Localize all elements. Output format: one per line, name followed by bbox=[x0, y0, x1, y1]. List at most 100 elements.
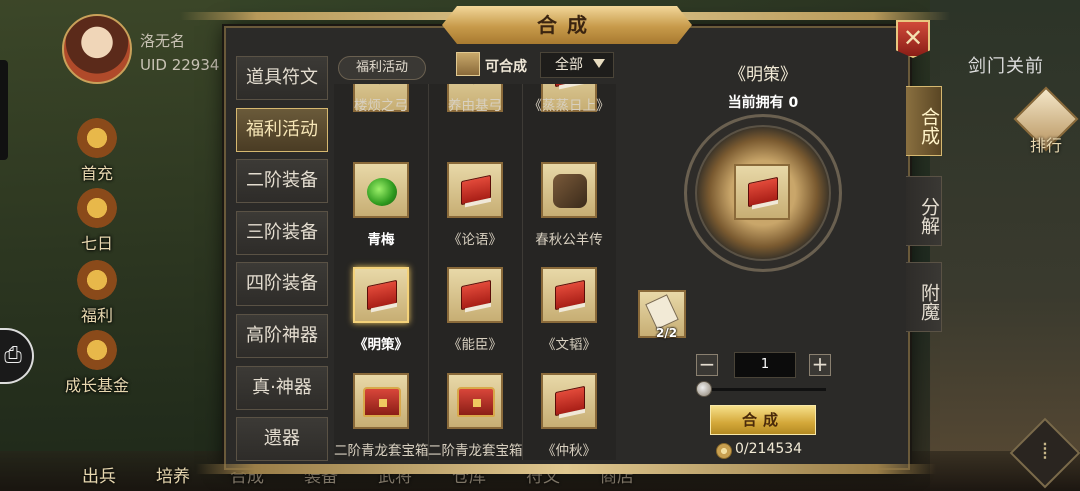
item-cell[interactable]: 《蒸蒸日上》 bbox=[522, 84, 616, 161]
item-name: 《能臣》 bbox=[448, 337, 502, 353]
category-welfare-events[interactable]: 福利活动 bbox=[236, 107, 328, 152]
nav-train[interactable]: 培养 bbox=[150, 462, 196, 491]
seven-day-label: 七日 bbox=[80, 234, 113, 253]
item-cell-selected[interactable]: 《明策》 bbox=[334, 265, 428, 370]
welfare-icon bbox=[77, 260, 117, 300]
growth-fund-button[interactable]: 成长基金 bbox=[56, 330, 138, 396]
book-icon bbox=[367, 279, 397, 311]
craftable-checkbox[interactable] bbox=[456, 52, 480, 76]
item-name: 青梅 bbox=[367, 232, 395, 248]
treasure-chest-icon bbox=[363, 387, 401, 417]
item-name: 《仲秋》 bbox=[542, 443, 596, 459]
share-icon: ⎙ bbox=[4, 343, 22, 368]
green-plum-icon bbox=[367, 178, 397, 206]
dialog-title-plate: 合成 bbox=[442, 6, 692, 44]
paper-scroll-icon bbox=[645, 294, 679, 330]
book-icon bbox=[555, 279, 585, 311]
item-cell[interactable]: 《能臣》 bbox=[428, 265, 522, 370]
item-name: 春秋公羊传 bbox=[535, 232, 603, 248]
tab-enchant[interactable]: 附魔 bbox=[906, 262, 942, 332]
category-props-runes[interactable]: 道具符文 bbox=[236, 56, 328, 100]
player-avatar[interactable] bbox=[62, 14, 132, 84]
item-name: 《论语》 bbox=[448, 232, 502, 248]
item-slot bbox=[541, 373, 597, 429]
category-tier3-equipment[interactable]: 三阶装备 bbox=[236, 210, 328, 255]
first-recharge-icon bbox=[77, 118, 117, 158]
item-slot bbox=[447, 267, 503, 323]
category-tier4-equipment[interactable]: 四阶装备 bbox=[236, 262, 328, 307]
close-icon: ✕ bbox=[902, 24, 924, 52]
seven-day-button[interactable]: 七日 bbox=[62, 188, 132, 254]
item-cell[interactable]: 《文韬》 bbox=[522, 265, 616, 370]
category-true-artifact[interactable]: 真·神器 bbox=[236, 365, 328, 410]
item-cell[interactable]: 养由基弓 bbox=[428, 84, 522, 161]
detail-item-name: 《明策》 bbox=[729, 65, 797, 85]
compose-button[interactable]: 合成 bbox=[710, 405, 816, 435]
nav-deploy[interactable]: 出兵 bbox=[76, 462, 122, 491]
rank-button[interactable]: 排行 bbox=[1013, 86, 1079, 158]
growth-fund-label: 成长基金 bbox=[64, 376, 129, 395]
dropdown-arrow-icon bbox=[593, 59, 605, 68]
material-count: 2/2 bbox=[656, 326, 678, 340]
tab-compose[interactable]: 合成 bbox=[906, 86, 942, 156]
quantity-field[interactable]: 1 bbox=[734, 352, 796, 378]
dialog-title: 合成 bbox=[537, 13, 597, 37]
quantity-slider-track[interactable] bbox=[704, 388, 826, 391]
coin-icon bbox=[716, 443, 732, 459]
filter-select[interactable]: 全部 bbox=[540, 52, 614, 78]
item-name: 二阶青龙套宝箱 bbox=[334, 443, 429, 459]
item-slot bbox=[447, 162, 503, 218]
player-uid: UID 22934 bbox=[140, 56, 220, 74]
book-icon bbox=[555, 84, 585, 88]
treasure-chest-icon bbox=[457, 387, 495, 417]
item-slot bbox=[447, 373, 503, 429]
item-cell[interactable]: 青梅 bbox=[334, 160, 428, 265]
book-icon bbox=[555, 385, 585, 417]
first-recharge-button[interactable]: 首充 bbox=[62, 118, 132, 184]
tab-decompose[interactable]: 分解 bbox=[906, 176, 942, 246]
menu-icon: ⦙ bbox=[1042, 440, 1048, 465]
category-list: 道具符文 福利活动 二阶装备 三阶装备 四阶装备 高阶神器 真·神器 遗器 bbox=[236, 56, 328, 469]
filter-tag: 福利活动 bbox=[338, 56, 426, 80]
item-cell[interactable]: 《仲秋》 bbox=[522, 371, 616, 460]
item-slot bbox=[541, 162, 597, 218]
item-cell[interactable]: 春秋公羊传 bbox=[522, 160, 616, 265]
category-high-artifact[interactable]: 高阶神器 bbox=[236, 313, 328, 358]
target-item-slot[interactable] bbox=[734, 164, 790, 220]
item-name: 二阶青龙套宝箱 bbox=[428, 443, 523, 459]
item-cell[interactable]: 二阶青龙套宝箱 bbox=[334, 371, 429, 460]
item-slot bbox=[353, 267, 409, 323]
item-name: 楼烦之弓 bbox=[354, 98, 408, 114]
item-slot bbox=[541, 267, 597, 323]
book-icon bbox=[461, 174, 491, 206]
item-slot bbox=[353, 162, 409, 218]
filter-select-value: 全部 bbox=[555, 57, 583, 73]
category-tier2-equipment[interactable]: 二阶装备 bbox=[236, 159, 328, 204]
welfare-button[interactable]: 福利 bbox=[62, 260, 132, 326]
item-slot bbox=[353, 373, 409, 429]
seven-day-icon bbox=[77, 188, 117, 228]
first-recharge-label: 首充 bbox=[80, 164, 113, 183]
item-name: 养由基弓 bbox=[448, 98, 502, 114]
item-name: 《明策》 bbox=[354, 337, 408, 353]
rank-label: 排行 bbox=[1029, 136, 1062, 155]
category-relics[interactable]: 遗器 bbox=[236, 417, 328, 462]
item-cell[interactable]: 《论语》 bbox=[428, 160, 522, 265]
item-cell[interactable]: 楼烦之弓 bbox=[334, 84, 428, 161]
craftable-label[interactable]: 可合成 bbox=[485, 56, 527, 76]
item-grid: 楼烦之弓 养由基弓 《蒸蒸日上》 青梅 《论语》 春秋公羊传 《明策》 《能臣》… bbox=[334, 84, 616, 460]
increase-quantity-button[interactable]: + bbox=[809, 354, 831, 376]
quantity-slider-knob[interactable] bbox=[696, 381, 712, 397]
item-name: 《蒸蒸日上》 bbox=[528, 98, 610, 114]
welfare-label: 福利 bbox=[80, 306, 113, 325]
book-icon bbox=[461, 279, 491, 311]
item-name: 《文韬》 bbox=[542, 337, 596, 353]
system-side-strip bbox=[0, 60, 8, 160]
scroll-icon bbox=[553, 174, 587, 208]
coin-cost: 0/214534 bbox=[735, 441, 803, 457]
close-button[interactable]: ✕ bbox=[896, 20, 930, 58]
book-icon bbox=[748, 176, 778, 208]
location-title: 剑门关前 bbox=[968, 56, 1044, 77]
decrease-quantity-button[interactable]: − bbox=[696, 354, 718, 376]
item-cell[interactable]: 二阶青龙套宝箱 bbox=[428, 371, 523, 460]
